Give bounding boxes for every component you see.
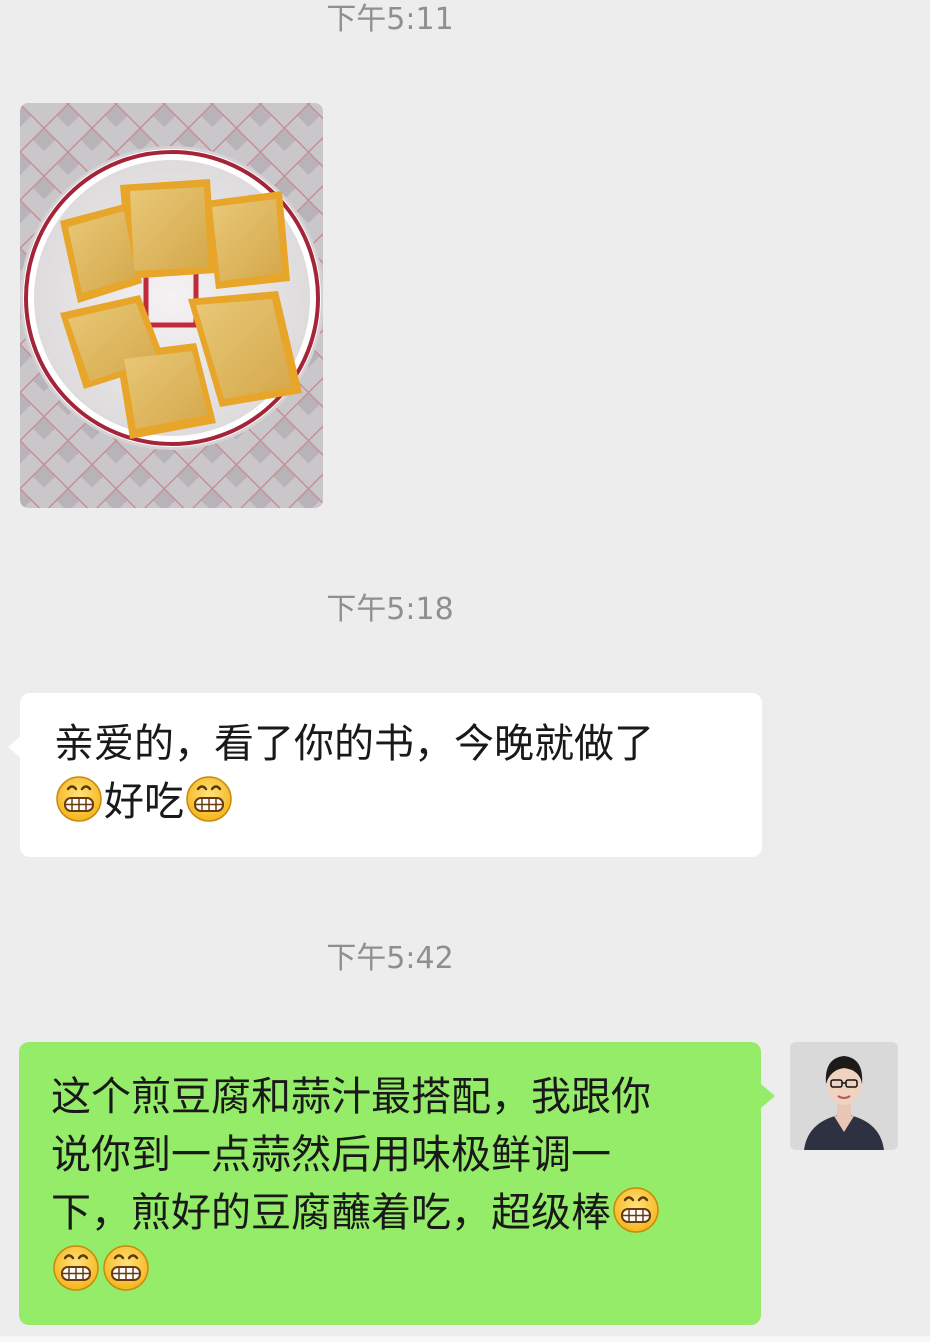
sent-text-message[interactable]: 这个煎豆腐和蒜汁最搭配，我跟你 说你到一点蒜然后用味极鲜调一 下，煎好的豆腐蘸着… bbox=[19, 1042, 775, 1325]
message-line: 好吃 bbox=[54, 773, 744, 831]
bubble-tail bbox=[8, 735, 22, 759]
grin-emoji-icon bbox=[102, 1244, 150, 1292]
timestamp-3: 下午5:42 bbox=[326, 941, 454, 976]
message-text: 好吃 bbox=[104, 779, 184, 825]
received-text-message[interactable]: 亲爱的，看了你的书，今晚就做了 好吃 bbox=[8, 693, 762, 857]
message-line bbox=[51, 1242, 743, 1300]
grin-emoji-icon bbox=[52, 1244, 100, 1292]
timestamp-1: 下午5:11 bbox=[326, 2, 454, 37]
received-photo-message[interactable] bbox=[20, 103, 323, 508]
avatar-portrait bbox=[790, 1042, 898, 1150]
input-bar-edge bbox=[0, 1336, 930, 1342]
message-line: 这个煎豆腐和蒜汁最搭配，我跟你 bbox=[51, 1074, 651, 1120]
grin-emoji-icon bbox=[55, 775, 103, 823]
timestamp-2: 下午5:18 bbox=[326, 592, 454, 627]
message-line: 亲爱的，看了你的书，今晚就做了 bbox=[54, 721, 654, 767]
grin-emoji-icon bbox=[612, 1186, 660, 1234]
message-text: 下，煎好的豆腐蘸着吃，超级棒 bbox=[51, 1190, 611, 1236]
sender-avatar[interactable] bbox=[790, 1042, 898, 1150]
grin-emoji-icon bbox=[185, 775, 233, 823]
message-line: 下，煎好的豆腐蘸着吃，超级棒 bbox=[51, 1184, 743, 1242]
bubble-tail bbox=[761, 1084, 775, 1108]
message-line: 说你到一点蒜然后用味极鲜调一 bbox=[51, 1132, 611, 1178]
fried-tofu-photo bbox=[20, 103, 323, 508]
